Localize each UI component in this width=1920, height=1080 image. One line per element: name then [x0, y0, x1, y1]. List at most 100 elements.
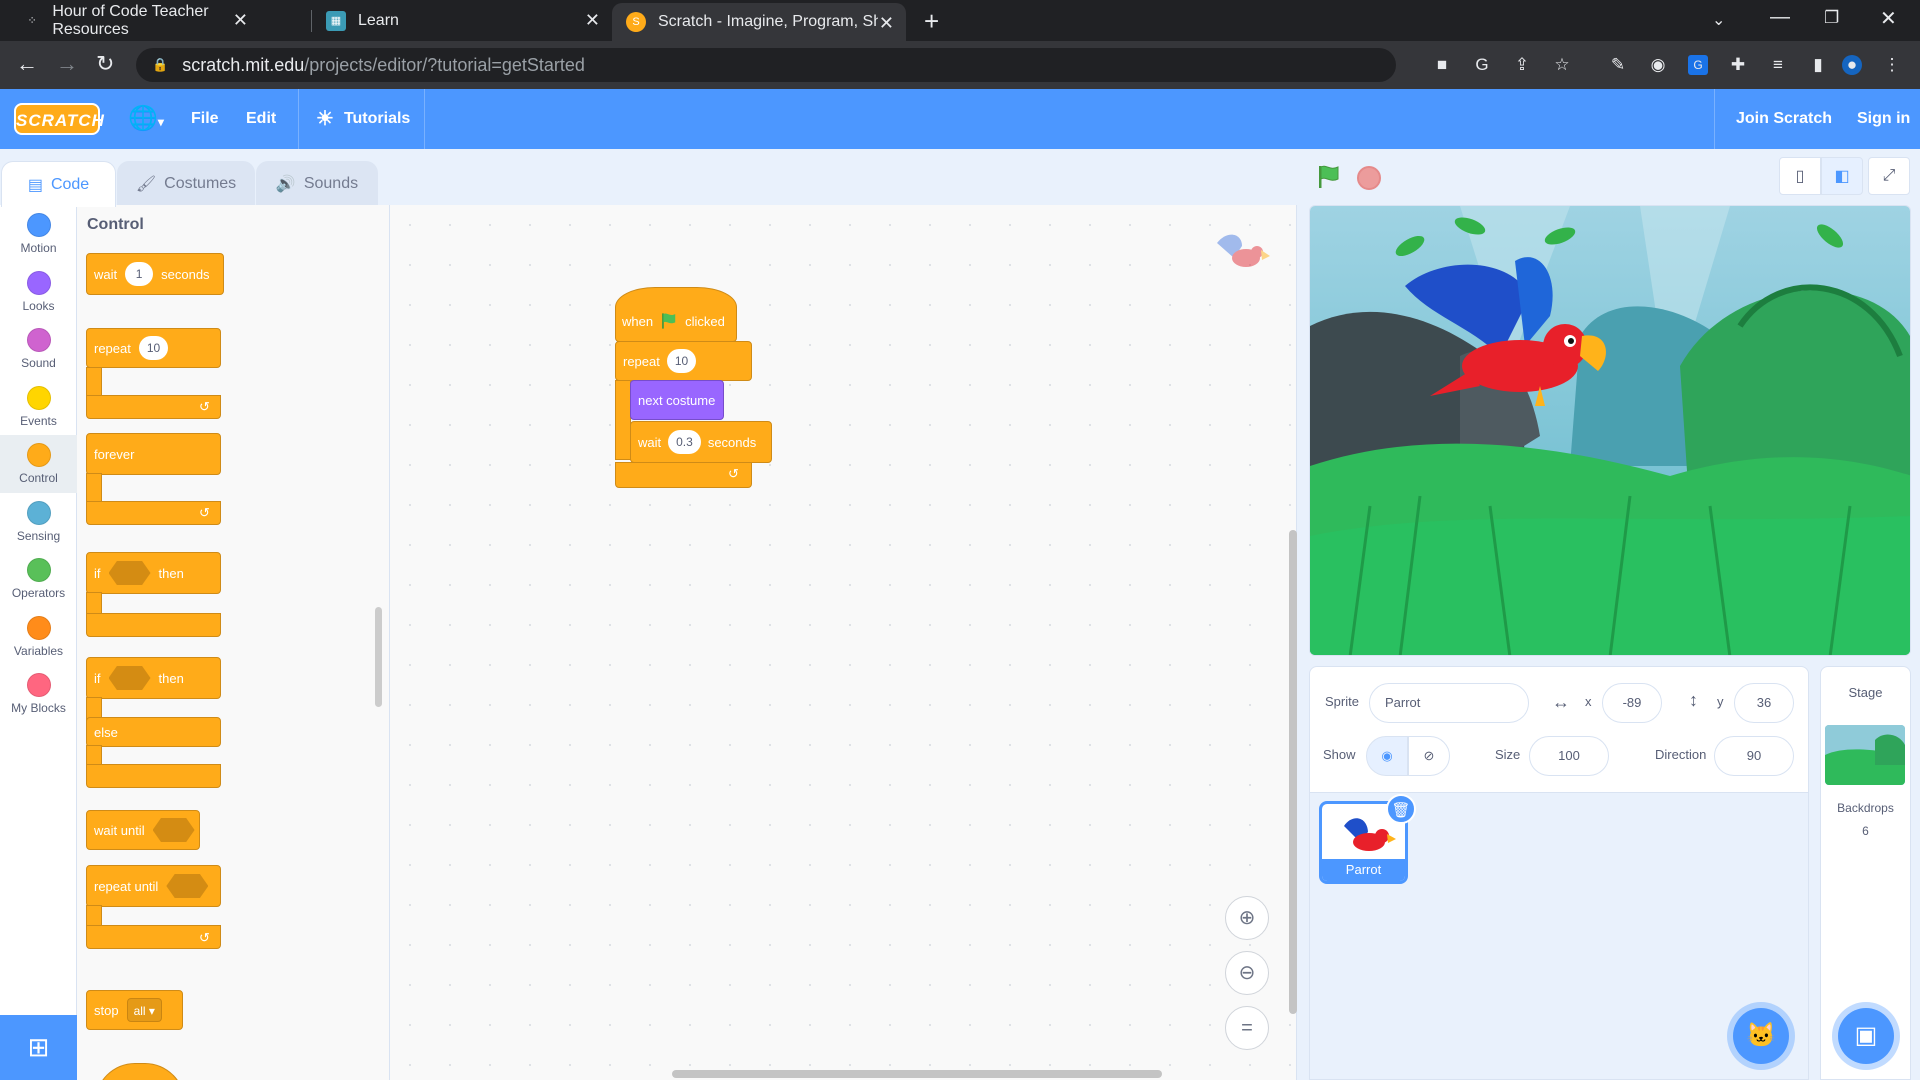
wait-until-block[interactable]: wait until: [86, 810, 200, 850]
close-tab-icon[interactable]: ✕: [233, 10, 248, 31]
wait-seconds-block[interactable]: wait 1 seconds: [86, 253, 224, 295]
block-text: next costume: [638, 392, 716, 408]
wait-seconds-block[interactable]: wait 0.3 seconds: [630, 421, 772, 463]
language-globe-icon[interactable]: 🌐▾: [128, 89, 164, 149]
condition-slot[interactable]: [166, 874, 209, 898]
share-icon[interactable]: ⇪: [1512, 55, 1532, 75]
tab-sounds[interactable]: 🔊 Sounds: [256, 161, 378, 206]
join-scratch-link[interactable]: Join Scratch: [1736, 89, 1832, 149]
reload-icon[interactable]: ↻: [96, 51, 114, 77]
sensing-dot-icon: [26, 501, 51, 525]
choose-sprite-button[interactable]: 🐱: [1733, 1008, 1789, 1064]
loop-arrow-icon: ↺: [728, 466, 739, 481]
small-stage-button[interactable]: ▯: [1779, 157, 1821, 195]
wait-seconds-input[interactable]: 0.3: [668, 430, 701, 454]
profile-avatar[interactable]: ●: [1842, 55, 1862, 75]
repeat-block[interactable]: repeat 10: [86, 328, 221, 368]
file-menu[interactable]: File: [191, 89, 219, 149]
stop-block[interactable]: stop all ▾: [86, 990, 183, 1030]
stop-button[interactable]: [1357, 166, 1381, 190]
code-workspace[interactable]: [390, 205, 1297, 1080]
workspace-vertical-scrollbar[interactable]: [1289, 530, 1297, 1014]
delete-sprite-button[interactable]: 🗑: [1386, 794, 1416, 824]
browser-tab[interactable]: ▦ Learn ✕: [312, 0, 612, 41]
close-tab-icon[interactable]: ✕: [879, 13, 894, 34]
green-flag-button[interactable]: [1316, 164, 1342, 195]
category-sound[interactable]: Sound: [0, 320, 77, 378]
stage-canvas[interactable]: [1309, 205, 1911, 656]
forward-icon[interactable]: →: [56, 51, 78, 77]
condition-slot[interactable]: [108, 666, 151, 690]
scratch-logo[interactable]: SCRATCH: [14, 103, 104, 135]
repeat-until-block[interactable]: repeat until: [86, 865, 221, 907]
repeat-count-input[interactable]: 10: [666, 349, 697, 373]
y-position-input[interactable]: 36: [1734, 683, 1794, 723]
x-position-input[interactable]: -89: [1602, 683, 1662, 723]
palette-scrollbar[interactable]: [375, 607, 382, 707]
show-hidden-button[interactable]: ⊘: [1408, 736, 1450, 776]
edit-menu[interactable]: Edit: [246, 89, 276, 149]
size-input[interactable]: 100: [1529, 736, 1609, 776]
back-icon[interactable]: ←: [16, 51, 38, 77]
direction-input[interactable]: 90: [1714, 736, 1794, 776]
repeat-count-input[interactable]: 10: [138, 336, 169, 360]
c-block-arm: [86, 367, 102, 397]
fullscreen-button[interactable]: ⤢: [1868, 157, 1910, 195]
screenshot-icon[interactable]: ◉: [1648, 55, 1668, 75]
tab-search-icon[interactable]: ⌄: [1712, 10, 1725, 30]
choose-backdrop-button[interactable]: ▣: [1838, 1008, 1894, 1064]
category-control[interactable]: Control: [0, 435, 77, 493]
condition-slot[interactable]: [108, 561, 151, 585]
backdrop-thumbnail: [1825, 725, 1905, 785]
close-tab-icon[interactable]: ✕: [585, 10, 600, 31]
window-close-icon[interactable]: ✕: [1880, 6, 1897, 31]
tutorials-button[interactable]: ☀ Tutorials: [316, 89, 410, 149]
workspace-horizontal-scrollbar[interactable]: [672, 1070, 1162, 1078]
address-bar[interactable]: 🔒 scratch.mit.edu /projects/editor/?tuto…: [136, 48, 1396, 82]
new-tab-icon[interactable]: +: [924, 6, 939, 37]
repeat-block[interactable]: repeat 10: [615, 341, 752, 381]
sprite-name-label: Sprite: [1325, 694, 1359, 709]
dropdown-value: all: [133, 1004, 146, 1018]
if-then-else-block[interactable]: if then: [86, 657, 221, 699]
sprite-name-input[interactable]: Parrot: [1369, 683, 1529, 723]
category-motion[interactable]: Motion: [0, 205, 77, 263]
show-visible-button[interactable]: ◉: [1366, 736, 1408, 776]
stop-option-dropdown[interactable]: all ▾: [126, 998, 162, 1022]
browser-tab[interactable]: ⁘ Hour of Code Teacher Resources ✕: [10, 0, 260, 41]
forever-block[interactable]: forever: [86, 433, 221, 475]
star-icon[interactable]: ☆: [1552, 55, 1572, 75]
browser-tab-active[interactable]: S Scratch - Imagine, Program, Shar ✕: [612, 3, 906, 41]
zoom-in-button[interactable]: ⊕: [1225, 896, 1269, 940]
category-variables[interactable]: Variables: [0, 608, 77, 666]
condition-slot[interactable]: [152, 818, 195, 842]
tab-costumes[interactable]: 🖌 Costumes: [117, 161, 255, 206]
zoom-out-button[interactable]: ⊖: [1225, 951, 1269, 995]
camera-icon[interactable]: ■: [1432, 55, 1452, 75]
next-costume-block[interactable]: next costume: [630, 380, 724, 420]
minimize-icon[interactable]: —: [1770, 6, 1790, 29]
loop-arrow-icon: ↺: [199, 399, 210, 414]
category-sensing[interactable]: Sensing: [0, 493, 77, 551]
extensions-puzzle-icon[interactable]: ✚: [1728, 55, 1748, 75]
google-icon[interactable]: G: [1472, 55, 1492, 75]
hat-block-partial[interactable]: [95, 1063, 185, 1080]
add-extension-button[interactable]: ⊞: [0, 1015, 77, 1080]
tab-code[interactable]: ▤ Code: [1, 161, 116, 207]
if-then-block[interactable]: if then: [86, 552, 221, 594]
category-operators[interactable]: Operators: [0, 550, 77, 608]
sign-in-link[interactable]: Sign in: [1857, 89, 1910, 149]
restore-icon[interactable]: ❐: [1824, 8, 1839, 28]
wait-seconds-input[interactable]: 1: [125, 262, 154, 286]
normal-stage-button[interactable]: ◧: [1821, 157, 1863, 195]
zoom-reset-button[interactable]: =: [1225, 1006, 1269, 1050]
menu-divider: [298, 89, 299, 149]
extension-pen-icon[interactable]: ✎: [1608, 55, 1628, 75]
category-my-blocks[interactable]: My Blocks: [0, 665, 77, 723]
category-looks[interactable]: Looks: [0, 263, 77, 321]
more-menu-icon[interactable]: ⋮: [1882, 55, 1902, 75]
category-events[interactable]: Events: [0, 378, 77, 436]
translate-icon[interactable]: G: [1688, 55, 1708, 75]
side-panel-icon[interactable]: ▮: [1808, 55, 1828, 75]
media-queue-icon[interactable]: ≡: [1768, 55, 1788, 75]
